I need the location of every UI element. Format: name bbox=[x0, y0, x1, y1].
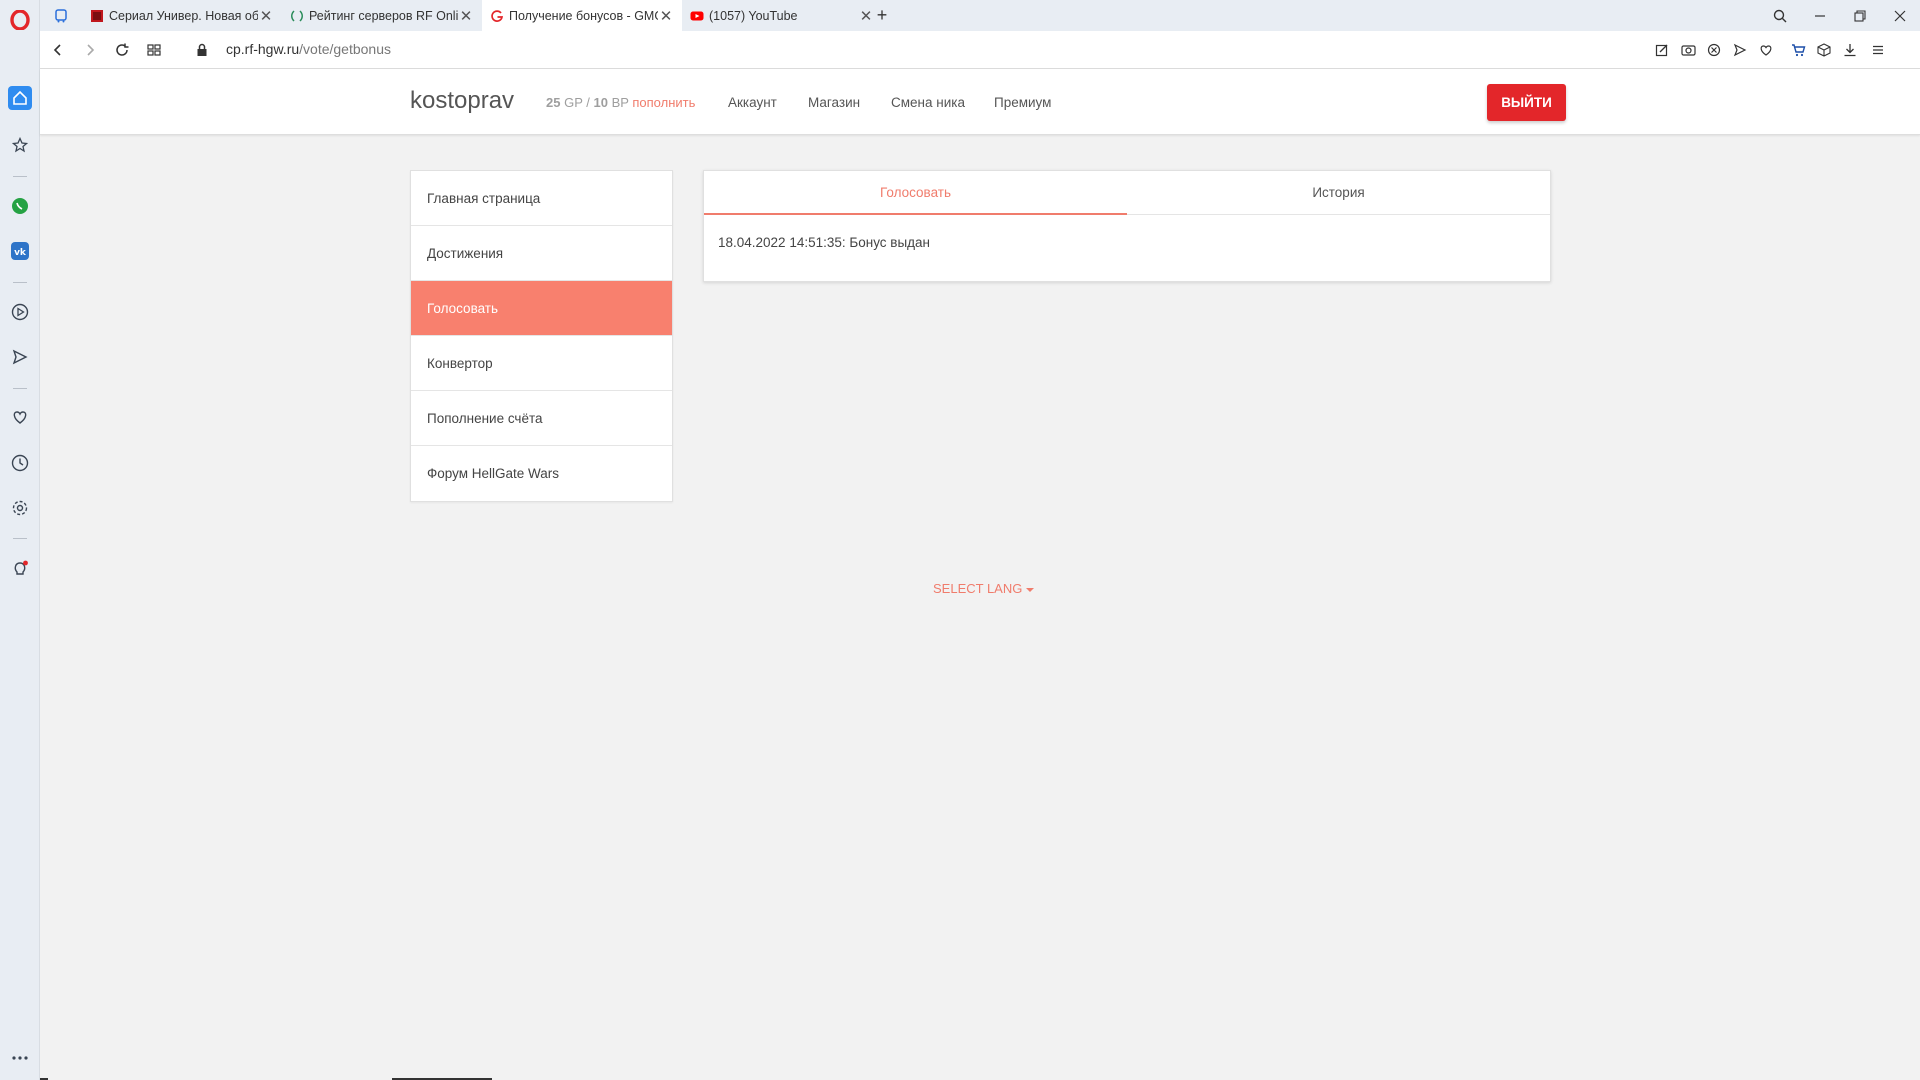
sidebar-separator bbox=[13, 282, 27, 283]
tab-title: Сериал Универ. Новая общага bbox=[109, 8, 258, 23]
easy-setup-icon[interactable] bbox=[1650, 38, 1674, 62]
more-dots-icon[interactable] bbox=[8, 1046, 32, 1070]
logout-button[interactable]: ВЫЙТИ bbox=[1487, 84, 1566, 121]
menu-lines-icon[interactable] bbox=[1866, 38, 1890, 62]
flow-send-icon[interactable] bbox=[8, 345, 32, 369]
content-tabs: Голосовать История bbox=[704, 171, 1550, 215]
package-cube-icon[interactable] bbox=[1812, 38, 1836, 62]
tab-rating[interactable]: Рейтинг серверов RF Online ✕ bbox=[282, 0, 482, 31]
bp-value: 10 bbox=[593, 95, 608, 110]
bookmark-heart-icon[interactable] bbox=[1754, 38, 1778, 62]
username-brand[interactable]: kostoprav bbox=[410, 87, 514, 115]
bus-icon bbox=[54, 8, 68, 23]
rating-icon bbox=[290, 9, 304, 23]
topup-link[interactable]: пополнить bbox=[632, 95, 695, 110]
tab-vote[interactable]: Голосовать bbox=[704, 171, 1127, 214]
new-tab-button[interactable]: + bbox=[866, 0, 898, 31]
menu-item-forum[interactable]: Форум HellGate Wars bbox=[411, 446, 672, 501]
speed-dial-home-icon[interactable] bbox=[8, 86, 32, 110]
menu-item-topup[interactable]: Пополнение счёта bbox=[411, 391, 672, 446]
history-clock-icon[interactable] bbox=[8, 451, 32, 475]
tab-strip: Сериал Универ. Новая общага ✕ Рейтинг се… bbox=[40, 0, 1920, 31]
site-header: kostoprav 25 GP / 10 BP пополнить Аккаун… bbox=[40, 69, 1920, 135]
side-menu: Главная страница Достижения Голосовать К… bbox=[410, 170, 673, 502]
adblock-icon[interactable] bbox=[1702, 38, 1726, 62]
tab-get-bonus[interactable]: Получение бонусов - GMG ✕ bbox=[482, 0, 682, 31]
menu-item-vote[interactable]: Голосовать bbox=[411, 281, 672, 336]
film-icon bbox=[90, 9, 104, 23]
tabs-grid-icon[interactable] bbox=[142, 38, 166, 62]
menu-item-achievements[interactable]: Достижения bbox=[411, 226, 672, 281]
close-window-icon[interactable] bbox=[1880, 0, 1920, 31]
back-icon[interactable] bbox=[46, 38, 70, 62]
sidebar-separator bbox=[13, 176, 27, 177]
whatsapp-icon[interactable] bbox=[8, 194, 32, 218]
url-path: /vote/getbonus bbox=[299, 41, 391, 57]
tab-youtube[interactable]: (1057) YouTube ✕ bbox=[682, 0, 882, 31]
settings-gear-icon[interactable] bbox=[8, 496, 32, 520]
menu-item-converter[interactable]: Конвертор bbox=[411, 336, 672, 391]
select-lang-dropdown[interactable]: SELECT LANG bbox=[933, 581, 1035, 596]
balance-separator: / bbox=[586, 95, 590, 110]
opera-logo-icon[interactable] bbox=[8, 8, 32, 32]
caret-down-icon bbox=[1026, 587, 1035, 592]
tab-title: (1057) YouTube bbox=[709, 8, 798, 23]
balance-info: 25 GP / 10 BP пополнить bbox=[546, 95, 695, 110]
tab-title: Рейтинг серверов RF Online bbox=[309, 8, 458, 23]
send-icon[interactable] bbox=[1728, 38, 1752, 62]
bonus-history-entry: 18.04.2022 14:51:35: Бонус выдан bbox=[718, 235, 931, 250]
sidebar-separator bbox=[13, 538, 27, 539]
gp-value: 25 bbox=[546, 95, 561, 110]
g-icon bbox=[490, 9, 504, 23]
close-icon[interactable]: ✕ bbox=[458, 7, 474, 25]
download-icon[interactable] bbox=[1838, 38, 1862, 62]
heart-icon[interactable] bbox=[8, 405, 32, 429]
bookmarks-icon[interactable] bbox=[8, 133, 32, 157]
player-icon[interactable] bbox=[8, 300, 32, 324]
menu-item-home[interactable]: Главная страница bbox=[411, 171, 672, 226]
tab-univer[interactable]: Сериал Универ. Новая общага ✕ bbox=[82, 0, 282, 31]
close-icon[interactable]: ✕ bbox=[658, 7, 674, 25]
close-icon[interactable]: ✕ bbox=[258, 7, 274, 25]
camera-icon[interactable] bbox=[1676, 38, 1700, 62]
vote-card: Голосовать История 18.04.2022 14:51:35: … bbox=[703, 170, 1551, 282]
gp-label: GP bbox=[564, 95, 583, 110]
nav-shop[interactable]: Магазин bbox=[808, 95, 860, 110]
nav-account[interactable]: Аккаунт bbox=[728, 95, 777, 110]
minimize-icon[interactable] bbox=[1800, 0, 1840, 31]
select-lang-label: SELECT LANG bbox=[933, 581, 1023, 596]
page-content: kostoprav 25 GP / 10 BP пополнить Аккаун… bbox=[40, 69, 1920, 1080]
url-field[interactable]: cp.rf-hgw.ru/vote/getbonus bbox=[226, 41, 391, 57]
lock-icon[interactable] bbox=[190, 38, 214, 62]
nav-premium[interactable]: Премиум bbox=[994, 95, 1051, 110]
url-host: cp.rf-hgw.ru bbox=[226, 41, 300, 57]
lightbulb-icon[interactable] bbox=[8, 557, 32, 581]
restore-icon[interactable] bbox=[1840, 0, 1880, 31]
search-tabs-icon[interactable] bbox=[1760, 0, 1800, 31]
tab-history[interactable]: История bbox=[1127, 171, 1550, 214]
tab-active-indicator bbox=[704, 213, 1127, 215]
reload-icon[interactable] bbox=[110, 38, 134, 62]
tab-title: Получение бонусов - GMG bbox=[509, 8, 658, 23]
bp-label: BP bbox=[611, 95, 629, 110]
youtube-icon bbox=[690, 9, 704, 23]
browser-sidebar: vk bbox=[0, 0, 40, 1080]
cart-icon[interactable] bbox=[1786, 38, 1810, 62]
forward-icon[interactable] bbox=[78, 38, 102, 62]
svg-text:vk: vk bbox=[14, 248, 27, 258]
vk-icon[interactable]: vk bbox=[8, 239, 32, 263]
tab-pinned[interactable] bbox=[46, 0, 82, 31]
address-bar: cp.rf-hgw.ru/vote/getbonus bbox=[40, 31, 1920, 69]
nav-change-nick[interactable]: Смена ника bbox=[891, 95, 965, 110]
sidebar-separator bbox=[13, 388, 27, 389]
